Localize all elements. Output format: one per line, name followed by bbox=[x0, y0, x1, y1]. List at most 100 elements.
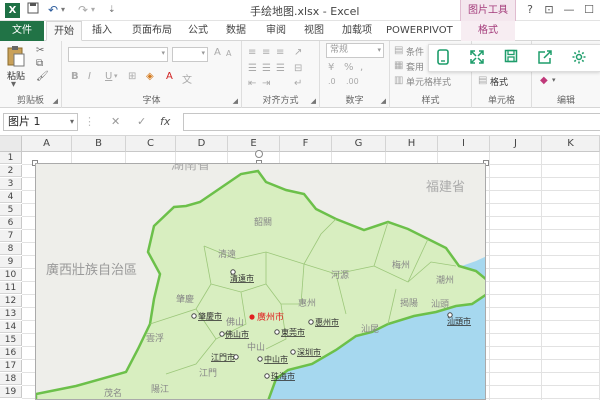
alignment-launcher-icon[interactable]: ◢ bbox=[311, 97, 316, 105]
currency-icon[interactable]: ¥ bbox=[328, 62, 334, 73]
column-header[interactable]: F bbox=[280, 136, 332, 152]
help-button[interactable]: ? bbox=[521, 2, 539, 18]
row-header[interactable]: 12 bbox=[0, 295, 22, 307]
row-header[interactable]: 14 bbox=[0, 321, 22, 333]
minimize-button[interactable]: — bbox=[560, 2, 578, 18]
copy-icon[interactable]: ⧉ bbox=[36, 58, 43, 69]
row-header[interactable]: 7 bbox=[0, 230, 22, 242]
borders-icon[interactable]: ⊞ bbox=[128, 71, 136, 82]
customize-toolbar-icon[interactable]: ⇣ bbox=[108, 2, 116, 18]
top-align-icon[interactable]: ≡ bbox=[248, 47, 256, 58]
font-launcher-icon[interactable]: ◢ bbox=[233, 97, 238, 105]
middle-align-icon[interactable]: ≡ bbox=[262, 47, 270, 58]
row-header[interactable]: 15 bbox=[0, 334, 22, 346]
format-cells-button[interactable]: 格式 bbox=[490, 75, 508, 88]
decrease-decimal-icon[interactable]: .00 bbox=[346, 77, 359, 86]
row-header[interactable]: 3 bbox=[0, 178, 22, 190]
column-header[interactable]: E bbox=[228, 136, 280, 152]
increase-decimal-icon[interactable]: .0 bbox=[328, 77, 336, 86]
tab-view[interactable]: 视图 bbox=[300, 21, 328, 41]
font-color-icon[interactable]: A bbox=[166, 71, 173, 82]
row-header[interactable]: 6 bbox=[0, 217, 22, 229]
number-format-select[interactable]: 常规 ▾ bbox=[326, 43, 384, 58]
phone-frame-icon[interactable] bbox=[433, 49, 453, 69]
fill-color-icon[interactable]: ◈ bbox=[146, 71, 154, 82]
paste-icon[interactable] bbox=[6, 45, 26, 67]
tab-review[interactable]: 审阅 bbox=[262, 21, 290, 41]
clear-dropdown-icon[interactable]: ▾ bbox=[552, 76, 556, 84]
tab-insert[interactable]: 插入 bbox=[86, 21, 118, 41]
font-family-select[interactable]: ▾ bbox=[68, 47, 168, 62]
row-header[interactable]: 1 bbox=[0, 152, 22, 164]
cell-styles-button[interactable]: 单元格样式 bbox=[406, 75, 451, 88]
tab-home[interactable]: 开始 bbox=[46, 21, 82, 41]
formula-input[interactable] bbox=[183, 113, 600, 131]
percent-icon[interactable]: % bbox=[344, 62, 354, 73]
cut-icon[interactable]: ✂ bbox=[36, 45, 44, 56]
cell-styles-icon[interactable]: ▥ bbox=[394, 75, 403, 86]
row-header[interactable]: 17 bbox=[0, 360, 22, 372]
settings-gear-icon[interactable] bbox=[569, 49, 589, 69]
map-picture[interactable]: 湖南省 福建省 廣西壯族自治區 韶關 清遠 河源 梅州 潮州 肇慶 佛山 廣州 … bbox=[35, 163, 486, 400]
row-header[interactable]: 10 bbox=[0, 269, 22, 281]
undo-dropdown-icon[interactable]: ▾ bbox=[61, 2, 65, 18]
column-header[interactable]: D bbox=[176, 136, 228, 152]
share-icon[interactable] bbox=[535, 49, 555, 69]
column-header[interactable]: B bbox=[72, 136, 126, 152]
save-icon[interactable] bbox=[27, 2, 39, 18]
tab-page-layout[interactable]: 页面布局 bbox=[126, 21, 178, 41]
redo-dropdown-icon[interactable]: ▾ bbox=[91, 2, 95, 18]
tab-format[interactable]: 格式 bbox=[461, 21, 515, 41]
chinese-phonetic-icon[interactable]: 文 bbox=[182, 71, 192, 86]
column-header[interactable]: J bbox=[490, 136, 542, 152]
tab-data[interactable]: 数据 bbox=[222, 21, 250, 41]
conditional-formatting-button[interactable]: 条件 bbox=[406, 45, 424, 58]
decrease-indent-icon[interactable]: ⇤ bbox=[248, 78, 256, 89]
column-header[interactable]: A bbox=[22, 136, 72, 152]
row-header[interactable]: 19 bbox=[0, 386, 22, 398]
undo-icon[interactable]: ↶ bbox=[48, 2, 58, 18]
tab-powerpivot[interactable]: POWERPIVOT bbox=[386, 21, 453, 41]
conditional-formatting-icon[interactable]: ▤ bbox=[394, 45, 403, 56]
cancel-entry-button[interactable]: ✕ bbox=[111, 113, 120, 131]
row-header[interactable]: 5 bbox=[0, 204, 22, 216]
underline-button[interactable]: U bbox=[105, 71, 112, 82]
format-as-table-button[interactable]: 套用 bbox=[406, 60, 424, 73]
paste-dropdown-icon[interactable]: ▾ bbox=[11, 79, 16, 90]
align-center-icon[interactable]: ☰ bbox=[262, 63, 271, 74]
select-all-corner[interactable] bbox=[0, 136, 22, 152]
expand-icon[interactable] bbox=[467, 49, 487, 69]
comma-style-icon[interactable]: , bbox=[360, 62, 363, 73]
save-image-icon[interactable] bbox=[501, 49, 521, 69]
row-header[interactable]: 16 bbox=[0, 347, 22, 359]
redo-icon[interactable]: ↷ bbox=[78, 2, 88, 18]
row-header[interactable]: 11 bbox=[0, 282, 22, 294]
row-header[interactable]: 2 bbox=[0, 165, 22, 177]
merge-center-icon[interactable]: ⊟ bbox=[294, 63, 302, 74]
format-cells-icon[interactable]: ▤ bbox=[478, 75, 487, 86]
italic-button[interactable]: I bbox=[88, 71, 91, 82]
formula-bar-splitter-icon[interactable]: ⋮ bbox=[84, 113, 95, 131]
column-header[interactable]: H bbox=[386, 136, 438, 152]
ribbon-display-button[interactable]: ⊡ bbox=[540, 2, 558, 18]
tab-file[interactable]: 文件 bbox=[0, 21, 44, 41]
tab-addins[interactable]: 加载项 bbox=[338, 21, 376, 41]
name-box[interactable]: 图片 1 ▾ bbox=[3, 113, 78, 131]
row-header[interactable]: 4 bbox=[0, 191, 22, 203]
enter-button[interactable]: ✓ bbox=[137, 113, 146, 131]
format-as-table-icon[interactable]: ▦ bbox=[394, 60, 403, 71]
increase-indent-icon[interactable]: ⇥ bbox=[262, 78, 270, 89]
orientation-icon[interactable]: ↗ bbox=[294, 47, 302, 58]
grow-font-icon[interactable]: A bbox=[214, 47, 221, 58]
column-header[interactable]: C bbox=[126, 136, 176, 152]
row-header[interactable]: 8 bbox=[0, 243, 22, 255]
font-size-select[interactable]: ▾ bbox=[172, 47, 208, 62]
format-painter-icon[interactable]: 🖌 bbox=[36, 71, 49, 82]
column-header[interactable]: K bbox=[542, 136, 600, 152]
wrap-text-icon[interactable]: ↵ bbox=[294, 78, 302, 89]
column-header[interactable]: G bbox=[332, 136, 386, 152]
insert-function-button[interactable]: fx bbox=[160, 113, 170, 131]
row-header[interactable]: 18 bbox=[0, 373, 22, 385]
bottom-align-icon[interactable]: ≡ bbox=[276, 47, 284, 58]
maximize-button[interactable]: ☐ bbox=[580, 2, 598, 18]
